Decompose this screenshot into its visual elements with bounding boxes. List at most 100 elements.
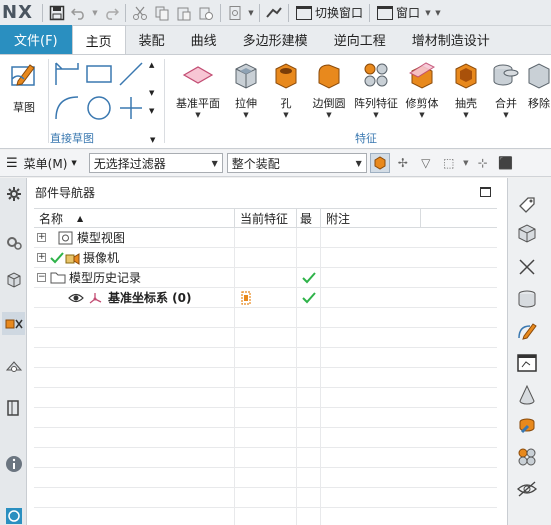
select-feature-icon[interactable]	[369, 153, 390, 173]
right-toolbar	[507, 178, 551, 525]
hole-button[interactable]: 孔 ▼	[266, 59, 306, 119]
window-icon[interactable]	[376, 5, 393, 20]
pattern-component-icon[interactable]	[514, 444, 540, 470]
model-views-icon	[58, 231, 74, 245]
repeat-command-icon[interactable]	[263, 2, 285, 24]
chevron-down-icon[interactable]: ▼	[423, 2, 433, 24]
unite-button[interactable]: 合并 ▼	[486, 59, 526, 119]
divider	[287, 3, 289, 22]
select-all-icon[interactable]: ⬚	[439, 153, 459, 173]
arc-icon[interactable]	[52, 93, 82, 123]
column-header-current-feature[interactable]: 当前特征	[235, 209, 297, 227]
paste-special-icon[interactable]	[195, 2, 217, 24]
trim-body-button[interactable]: 修剪体 ▼	[402, 59, 442, 119]
collapse-icon[interactable]: −	[37, 273, 46, 282]
sketch-edit-icon[interactable]	[514, 318, 540, 344]
sketch-frame-icon[interactable]	[514, 350, 540, 376]
column-header-latest[interactable]: 最	[297, 209, 321, 227]
pattern-feature-button[interactable]: 阵列特征 ▼	[354, 59, 398, 119]
info-icon[interactable]	[2, 452, 25, 475]
remove-button[interactable]: 移除	[524, 59, 551, 111]
pattern-feature-label: 阵列特征	[354, 97, 398, 110]
trim-body-label: 修剪体	[405, 97, 439, 110]
tab-curve[interactable]: 曲线	[178, 25, 230, 54]
snap-point-icon[interactable]: ✢	[393, 153, 413, 173]
touch-mode-icon[interactable]	[224, 2, 246, 24]
block-icon[interactable]	[514, 220, 540, 246]
table-row	[34, 448, 497, 468]
table-header: 名称 ▲ 当前特征 最 附注	[34, 208, 497, 228]
rectangle-icon[interactable]	[84, 59, 114, 89]
save-icon[interactable]	[46, 2, 68, 24]
switch-window-button[interactable]: 切换窗口	[312, 4, 366, 21]
chevron-down-icon[interactable]: ▼	[246, 2, 256, 24]
paste-icon[interactable]	[173, 2, 195, 24]
roles-icon[interactable]	[2, 504, 25, 525]
redo-icon[interactable]	[100, 2, 122, 24]
selection-scope-select[interactable]: 整个装配 ▼	[226, 153, 367, 173]
menu-button[interactable]: ☰ 菜单(M) ▼	[0, 155, 83, 172]
column-header-name[interactable]: 名称 ▲	[34, 209, 235, 227]
circle-icon[interactable]	[84, 93, 114, 123]
profile-icon[interactable]	[52, 59, 82, 89]
expand-icon[interactable]: +	[37, 253, 46, 262]
table-row[interactable]: + 模型视图	[34, 228, 497, 248]
tag-icon[interactable]	[514, 192, 540, 218]
divider	[164, 59, 165, 143]
line-icon[interactable]	[116, 59, 146, 89]
cone-icon[interactable]	[514, 382, 540, 408]
edge-blend-button[interactable]: 边倒圆 ▼	[309, 59, 349, 119]
reuse-library-icon[interactable]	[2, 354, 25, 377]
direct-sketch-tools	[52, 59, 146, 123]
switch-window-icon[interactable]	[295, 5, 312, 20]
column-header-notes[interactable]: 附注	[321, 209, 421, 227]
expand-icon[interactable]: +	[37, 233, 46, 242]
point-snap-icon[interactable]: ⊹	[473, 153, 493, 173]
table-row[interactable]: 基准坐标系 (0)	[34, 288, 497, 308]
settings-icon[interactable]	[2, 182, 25, 205]
chevron-down-icon[interactable]: ▼	[150, 136, 155, 144]
maximize-icon[interactable]	[480, 187, 491, 197]
history-icon[interactable]	[2, 396, 25, 419]
tab-polygon-modeling[interactable]: 多边形建模	[230, 25, 321, 54]
chevron-down-icon[interactable]: ▼	[90, 2, 100, 24]
eye-icon[interactable]	[68, 292, 84, 304]
chevron-up-icon[interactable]: ▲	[149, 61, 154, 69]
type-filter-select[interactable]: 无选择过滤器 ▼	[88, 153, 223, 173]
sketch-button[interactable]: 草图	[4, 59, 44, 115]
table-row[interactable]: + 摄像机	[34, 248, 497, 268]
cylinder-icon[interactable]	[514, 286, 540, 312]
hide-icon[interactable]	[514, 476, 540, 502]
close-icon[interactable]	[514, 254, 540, 280]
assembly-navigator-icon[interactable]	[2, 268, 25, 291]
tab-reverse-engineering[interactable]: 逆向工程	[321, 25, 399, 54]
window-menu-button[interactable]: 窗口	[393, 4, 423, 21]
chevron-down-icon[interactable]: ▼	[149, 89, 154, 97]
tab-additive-design[interactable]: 增材制造设计	[399, 25, 503, 54]
more-icon[interactable]: ▼	[149, 107, 154, 115]
color-filter-icon[interactable]: ⬛	[496, 153, 516, 173]
point-icon[interactable]	[116, 93, 146, 123]
chevron-down-icon[interactable]: ▼	[462, 153, 470, 173]
datum-plane-button[interactable]: 基准平面 ▼	[176, 59, 220, 119]
shell-button[interactable]: 抽壳 ▼	[446, 59, 486, 119]
constraint-navigator-icon[interactable]	[2, 312, 25, 335]
tab-assembly[interactable]: 装配	[126, 25, 178, 54]
undo-icon[interactable]	[68, 2, 90, 24]
extrude-button[interactable]: 拉伸 ▼	[226, 59, 266, 119]
extrude-icon	[230, 59, 262, 91]
chevron-down-icon: ▼	[71, 159, 77, 167]
filter-icon[interactable]: ▽	[416, 153, 436, 173]
datum-csys-icon	[88, 291, 103, 305]
left-resource-bar	[0, 178, 27, 525]
customize-dropdown-icon[interactable]: ▼	[433, 2, 443, 24]
copy-icon[interactable]	[151, 2, 173, 24]
tab-home[interactable]: 主页	[71, 25, 126, 54]
component-wrench-icon[interactable]	[514, 412, 540, 438]
divider	[124, 3, 126, 22]
cut-icon[interactable]	[129, 2, 151, 24]
sketch-icon	[8, 59, 40, 91]
part-navigator-tab-icon[interactable]	[2, 230, 25, 253]
table-row[interactable]: − 模型历史记录	[34, 268, 497, 288]
tab-file[interactable]: 文件(F)	[0, 25, 72, 54]
